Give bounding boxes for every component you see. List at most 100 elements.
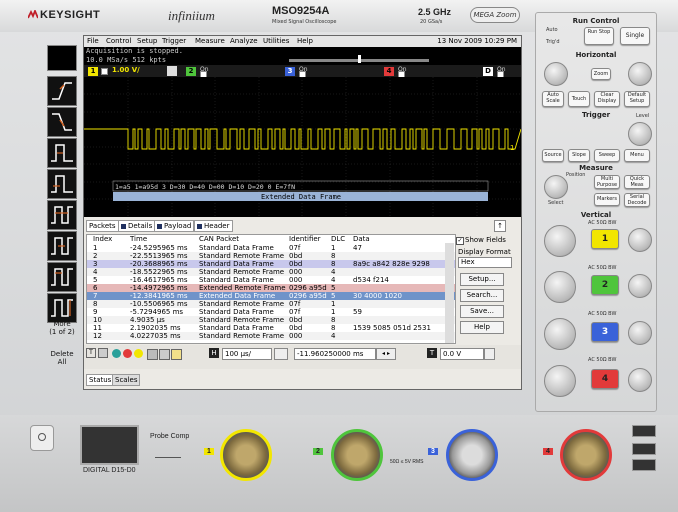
run-stop-button[interactable]: Run Stop [584,27,614,45]
tab-payload[interactable]: Payload [154,220,195,232]
tab-packets[interactable]: Packets [86,220,119,232]
help-button[interactable]: Help [460,321,504,334]
frequency-button[interactable] [47,231,77,261]
save-button[interactable]: Save... [460,305,504,318]
default-setup-button[interactable]: Default Setup [624,91,650,107]
trigger-source-button[interactable]: Source [542,149,564,162]
trigger-sweep-button[interactable]: Sweep [594,149,620,162]
vpp-button[interactable] [47,293,77,323]
tab-header[interactable]: Header [194,220,233,232]
ch4-scale-knob[interactable] [544,365,576,397]
pulse-width-button[interactable] [47,138,77,168]
ch3-scale-knob[interactable] [544,318,576,350]
trigger-slope-button[interactable]: Slope [568,149,590,162]
packets-table[interactable]: Index Time CAN Packet Identifier DLC Dat… [86,234,456,344]
falling-edge-button[interactable] [47,107,77,137]
delete-all-button[interactable]: Delete All [42,350,82,366]
setup-button[interactable]: Setup... [460,273,504,286]
ch2-offset-knob[interactable] [628,274,652,298]
trigger-level-stepper[interactable] [484,348,495,360]
display-format-select[interactable]: Hex [458,257,512,268]
table-row[interactable]: 10 4.9035 µs Standard Remote Frame 0bd 8 [87,316,455,324]
rising-edge-button[interactable] [47,76,77,106]
channel-3-indicator[interactable]: 3 [285,67,295,76]
position-field[interactable]: -11.960250000 ms [294,348,376,360]
ch2-scale-knob[interactable] [544,271,576,303]
serial-decode-button[interactable]: Serial Decode [624,193,650,207]
ch4-offset-knob[interactable] [628,368,652,392]
timebase-stepper[interactable] [274,348,288,360]
trigger-level-knob[interactable] [628,122,652,146]
auto-scale-button[interactable]: Auto Scale [542,91,564,107]
single-button[interactable]: Single [620,27,650,45]
markers-button[interactable]: Markers [594,193,620,206]
menu-setup[interactable]: Setup [137,37,157,45]
menu-trigger[interactable]: Trigger [162,37,186,45]
ch3-offset-knob[interactable] [628,321,652,345]
table-scrollbar[interactable] [445,243,454,343]
clear-display-button[interactable]: Clear Display [594,91,620,107]
series-name: infiniium [168,8,215,23]
digital-indicator[interactable]: D [483,67,493,76]
table-row[interactable]: 3 -20.3688965 ms Standard Data Frame 0bd 8 8a… [87,260,455,268]
menu-measure[interactable]: Measure [195,37,225,45]
channel-1-invert-icon[interactable] [167,66,177,76]
quick-meas-button[interactable]: Quick Meas [624,175,650,189]
table-row[interactable]: 11 2.1902035 ms Standard Data Frame 0bd 8 153… [87,324,455,332]
timebase-field[interactable]: 100 µs/ [222,348,272,360]
tab-details[interactable]: Details [118,220,156,232]
menu-control[interactable]: Control [106,37,131,45]
multi-purpose-button[interactable]: Multi Purpose [594,175,620,189]
autoscale-icon[interactable] [171,349,182,360]
tab-status[interactable]: Status [86,374,115,386]
touch-button[interactable]: Touch [568,91,590,107]
arrow-up-icon[interactable] [98,348,108,358]
menu-utilities[interactable]: Utilities [263,37,289,45]
table-row[interactable]: 6 -14.4972965 ms Extended Remote Frame 0296… [87,284,455,292]
channel-1-checkbox[interactable] [101,68,108,75]
table-row[interactable]: 1 -24.5295965 ms Standard Data Frame 07f 1 47 [87,244,455,252]
expand-panel-icon[interactable]: ↑ [494,220,506,232]
ch3-button[interactable]: 3 [591,322,619,342]
more-button[interactable]: More (1 of 2) [42,320,82,336]
waveform-display[interactable]: 1 1=a5 1=a95d 3 D=30 D=40 D=00 D=10 D=20… [84,77,521,217]
table-row[interactable]: 2 -22.5513965 ms Standard Remote Frame 0bd 8 [87,252,455,260]
ch2-button[interactable]: 2 [591,275,619,295]
table-row[interactable]: 9 -5.7294965 ms Standard Data Frame 07f 1 59 [87,308,455,316]
channel-2-indicator[interactable]: 2 [186,67,196,76]
trigger-marker-icon[interactable]: T [86,348,96,358]
tab-scales[interactable]: Scales [112,374,141,386]
channel-1-scale[interactable]: 1.00 V/ [112,66,140,74]
position-stepper[interactable]: ◂ ▸ [376,348,396,360]
table-row[interactable]: 12 4.0227035 ms Standard Remote Frame 000 4 [87,332,455,340]
measure-position-knob[interactable] [544,175,568,199]
channel-4-indicator[interactable]: 4 [384,67,394,76]
menu-analyze[interactable]: Analyze [230,37,258,45]
channel-1-color-icon[interactable] [134,349,143,358]
ch1-button[interactable]: 1 [591,229,619,249]
horizontal-position-knob[interactable] [544,62,568,86]
trigger-menu-button[interactable]: Menu [624,149,650,162]
grid-icon[interactable] [147,349,158,360]
channel-1-indicator[interactable]: 1 [88,67,98,76]
menu-help[interactable]: Help [297,37,313,45]
search-button[interactable]: Search... [460,289,504,302]
rise-time-button[interactable] [47,169,77,199]
ch4-button[interactable]: 4 [591,369,619,389]
channel-color-icon[interactable] [112,349,121,358]
ch1-scale-knob[interactable] [544,225,576,257]
period-button[interactable] [47,200,77,230]
zoom-button[interactable]: Zoom [591,68,611,80]
annotate-icon[interactable] [159,349,170,360]
ch1-offset-knob[interactable] [628,228,652,252]
table-row[interactable]: 4 -18.5522965 ms Standard Remote Frame 000 4 [87,268,455,276]
channel-4-color-icon[interactable] [123,349,132,358]
duty-cycle-button[interactable] [47,262,77,292]
show-fields-checkbox[interactable]: ✓ [456,237,464,245]
table-row[interactable]: 5 -16.4617965 ms Standard Data Frame 000 4 d5… [87,276,455,284]
menu-file[interactable]: File [87,37,99,45]
horizontal-scale-knob[interactable] [628,62,652,86]
table-row[interactable]: 8 -10.5506965 ms Standard Remote Frame 07f 1 [87,300,455,308]
trigger-level-field[interactable]: 0.0 V [440,348,484,360]
table-row[interactable]: 7 -12.3841965 ms Extended Data Frame 0296 a… [87,292,455,300]
